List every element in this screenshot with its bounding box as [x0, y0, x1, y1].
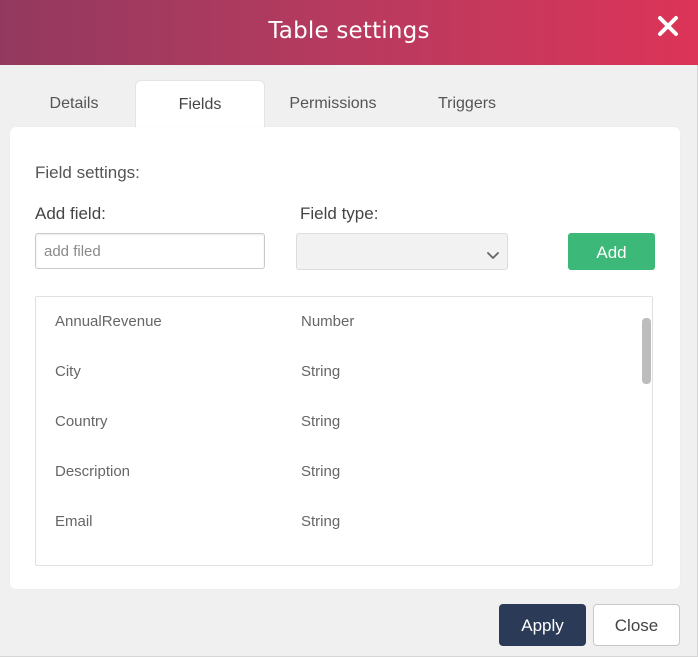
list-item[interactable]: City String	[36, 347, 636, 397]
tab-permissions[interactable]: Permissions	[268, 80, 398, 128]
add-field-input[interactable]	[35, 233, 265, 269]
chevron-down-icon	[487, 247, 499, 265]
dialog-header: Table settings	[0, 0, 698, 65]
section-title: Field settings:	[35, 163, 140, 182]
add-field-label: Add field:	[35, 204, 106, 223]
field-type: String	[301, 513, 341, 530]
field-list: AnnualRevenue Number City String Country…	[35, 296, 653, 566]
field-type: Number	[301, 313, 355, 330]
tab-details[interactable]: Details	[10, 80, 138, 128]
field-type: String	[301, 413, 341, 430]
list-scrollbar[interactable]	[642, 318, 651, 384]
tab-triggers[interactable]: Triggers	[402, 80, 532, 128]
field-type-label: Field type:	[300, 204, 379, 223]
fields-panel: Field settings: Add field: Field type: A…	[10, 127, 680, 589]
field-name: Country	[55, 413, 108, 430]
dialog-title: Table settings	[268, 18, 430, 44]
list-item[interactable]: Country String	[36, 397, 636, 447]
close-icon[interactable]	[656, 14, 680, 38]
list-item[interactable]: Description String	[36, 447, 636, 497]
tab-bar: Details Fields Permissions Triggers	[10, 80, 690, 130]
add-field-button[interactable]: Add	[568, 233, 655, 270]
field-name: City	[55, 363, 81, 380]
close-button[interactable]: Close	[593, 604, 680, 646]
table-settings-dialog: Table settings Details Fields Permission…	[0, 0, 698, 657]
field-type-select[interactable]	[296, 233, 508, 270]
field-type: String	[301, 363, 341, 380]
list-item[interactable]: AnnualRevenue Number	[36, 297, 636, 347]
list-item[interactable]: Email String	[36, 497, 636, 547]
field-name: Description	[55, 463, 131, 480]
field-name: AnnualRevenue	[55, 313, 162, 330]
tab-fields[interactable]: Fields	[135, 80, 265, 130]
apply-button[interactable]: Apply	[499, 604, 586, 646]
field-type: String	[301, 463, 341, 480]
field-name: Email	[55, 513, 93, 530]
